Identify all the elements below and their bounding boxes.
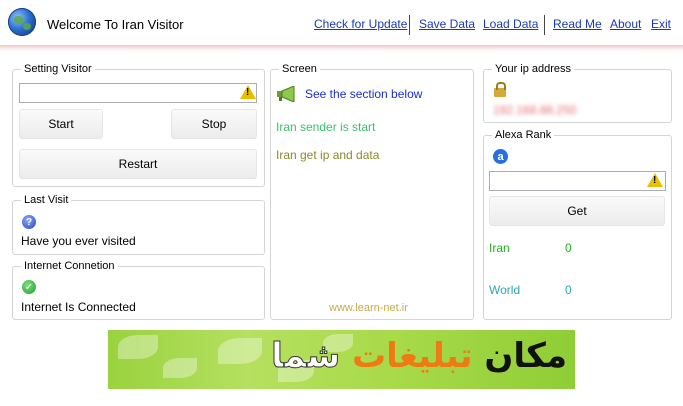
warning-icon: ! [647, 173, 663, 187]
screen-label: Screen [279, 63, 320, 76]
screen-group: Screen See the section below Iran sender… [270, 63, 474, 320]
last-visit-label: Last Visit [21, 194, 72, 207]
header-divider [0, 45, 683, 51]
screen-log-line-1: Iran sender is start [276, 120, 376, 134]
alexa-rank-label: Alexa Rank [492, 129, 555, 142]
check-icon: ✓ [22, 280, 36, 294]
banner-text-part3: شما [271, 336, 341, 377]
advertisement-banner[interactable]: مکان تبلیغات شما [108, 330, 575, 389]
alexa-rank-group: Alexa Rank a ! Get Iran 0 World 0 [483, 129, 672, 320]
save-data-link[interactable]: Save Data [419, 17, 475, 31]
globe-logo-icon [8, 8, 36, 36]
check-update-link[interactable]: Check for Update [314, 17, 407, 31]
app-title: Welcome To Iran Visitor [47, 17, 184, 32]
website-footer: www.learn-net.ir [329, 302, 408, 314]
last-visit-text: Have you ever visited [21, 234, 136, 248]
menu-separator [409, 15, 410, 35]
visitor-url-input[interactable] [19, 83, 257, 103]
ip-address-value: 192.168.88.250 [493, 103, 577, 117]
ip-address-label: Your ip address [492, 63, 575, 76]
internet-connection-label: Internet Connetion [21, 260, 118, 273]
world-rank-label: World [489, 283, 521, 297]
stop-button[interactable]: Stop [171, 109, 257, 139]
banner-text-part1: مکان [484, 336, 567, 376]
iran-rank-label: Iran [489, 241, 510, 255]
megaphone-icon [277, 86, 295, 102]
exit-link[interactable]: Exit [651, 17, 671, 31]
alexa-site-input[interactable] [489, 171, 666, 191]
banner-text: مکان تبلیغات شما [271, 336, 567, 377]
banner-leaf-decoration [218, 338, 262, 364]
setting-visitor-label: Setting Visitor [21, 63, 95, 76]
restart-button[interactable]: Restart [19, 149, 257, 179]
banner-leaf-decoration [163, 358, 197, 378]
start-button[interactable]: Start [19, 109, 103, 139]
setting-visitor-group: Setting Visitor ! Start Stop Restart [12, 63, 265, 187]
internet-status-text: Internet Is Connected [21, 300, 136, 314]
title-bar: Welcome To Iran Visitor Check for Update… [0, 0, 683, 48]
ip-address-group: Your ip address 192.168.88.250 [483, 63, 672, 123]
about-link[interactable]: About [610, 17, 641, 31]
screen-header-text: See the section below [305, 87, 423, 101]
banner-leaf-decoration [118, 335, 158, 359]
iran-rank-value: 0 [565, 241, 572, 255]
get-button[interactable]: Get [489, 196, 665, 226]
menu-separator [544, 15, 545, 35]
question-icon: ? [22, 215, 36, 229]
load-data-link[interactable]: Load Data [483, 17, 538, 31]
read-me-link[interactable]: Read Me [553, 17, 602, 31]
last-visit-group: Last Visit ? Have you ever visited [12, 194, 265, 255]
world-rank-value: 0 [565, 283, 572, 297]
screen-log-line-2: Iran get ip and data [276, 148, 380, 162]
banner-text-part2: تبلیغات [352, 336, 473, 376]
warning-icon: ! [240, 85, 256, 99]
lock-icon [494, 82, 506, 97]
alexa-icon: a [493, 149, 508, 164]
internet-connection-group: Internet Connetion ✓ Internet Is Connect… [12, 260, 265, 320]
